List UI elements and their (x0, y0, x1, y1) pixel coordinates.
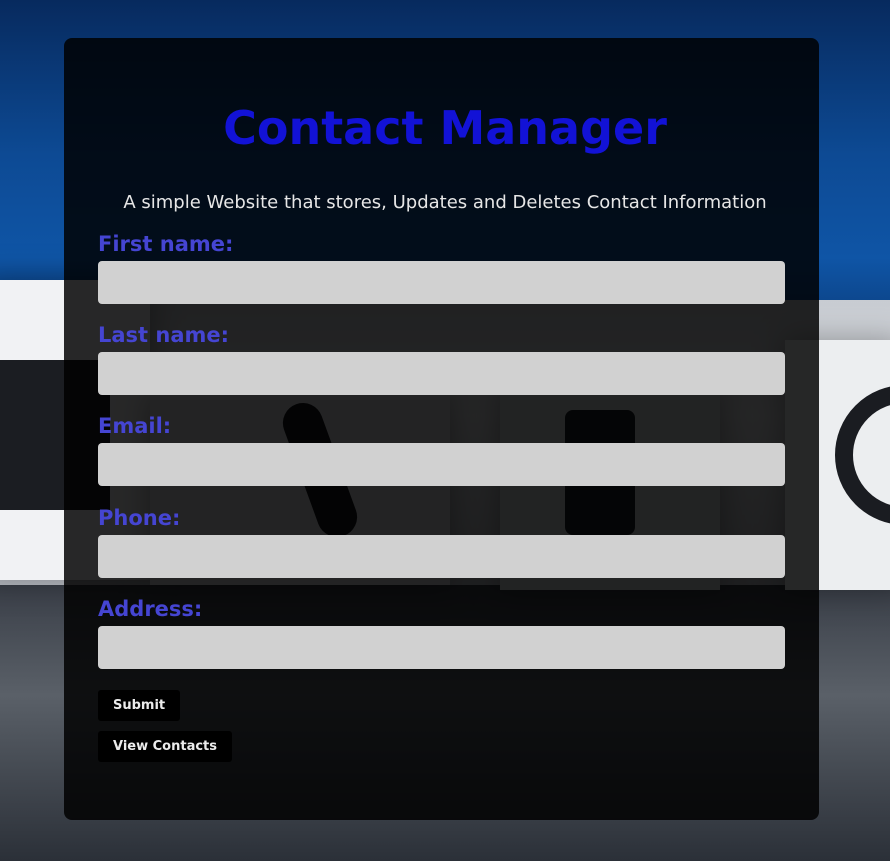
address-input[interactable] (98, 626, 785, 669)
email-input[interactable] (98, 443, 785, 486)
first-name-label: First name: (98, 232, 234, 256)
page-title: Contact Manager (223, 101, 667, 155)
submit-button[interactable]: Submit (98, 690, 181, 721)
page-subtitle: A simple Website that stores, Updates an… (123, 192, 767, 213)
last-name-label: Last name: (98, 323, 230, 347)
view-contacts-button[interactable]: View Contacts (98, 731, 233, 762)
first-name-input[interactable] (98, 261, 785, 304)
address-label: Address: (98, 597, 203, 621)
phone-input[interactable] (98, 535, 785, 578)
last-name-input[interactable] (98, 352, 785, 395)
email-label: Email: (98, 414, 172, 438)
phone-label: Phone: (98, 506, 181, 530)
